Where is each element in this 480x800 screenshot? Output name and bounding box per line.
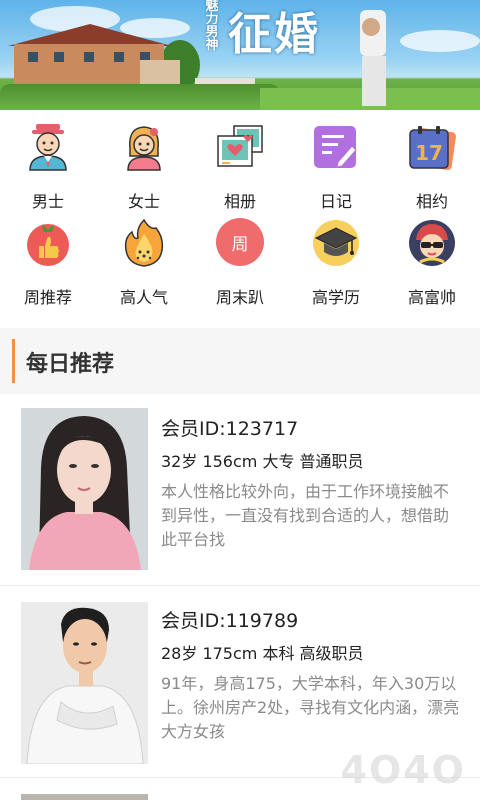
member-info: 会员ID:119789 28岁 175cm 本科 高级职员 91年，身高175，… bbox=[161, 606, 461, 744]
member-stats: 32岁 156cm 大专 普通职员 bbox=[161, 452, 364, 471]
category-diary[interactable]: 日记 bbox=[288, 110, 384, 211]
member-id: 会员ID:119789 bbox=[161, 610, 299, 632]
next-member-photo-edge[interactable] bbox=[21, 794, 148, 800]
category-date[interactable]: 17 相约 bbox=[384, 110, 480, 211]
member-photo[interactable] bbox=[21, 602, 148, 764]
banner-title: 征婚 bbox=[228, 9, 320, 60]
category-grid: 男士 女士 相册 日记 17 相约 周推荐 高人气 周 周末趴 高学历 高富帅 bbox=[0, 110, 480, 328]
house bbox=[140, 60, 180, 86]
woman-icon bbox=[120, 122, 168, 172]
date-calendar-icon: 17 bbox=[408, 122, 456, 172]
svg-text:17: 17 bbox=[415, 141, 443, 165]
category-label: 高人气 bbox=[119, 288, 168, 307]
category-label: 周末趴 bbox=[215, 288, 264, 307]
weekend-party-icon: 周 bbox=[216, 218, 264, 268]
section-title: 每日推荐 bbox=[26, 352, 115, 377]
category-weekly-pick[interactable]: 周推荐 bbox=[0, 206, 96, 307]
thumbs-up-tomato-icon bbox=[24, 218, 72, 268]
member-info: 会员ID:123717 32岁 156cm 大专 普通职员 本人性格比较外向，由… bbox=[161, 414, 461, 552]
category-popular[interactable]: 高人气 bbox=[96, 206, 192, 307]
category-men[interactable]: 男士 bbox=[0, 110, 96, 211]
member-card[interactable]: 会员ID:123717 32岁 156cm 大专 普通职员 本人性格比较外向，由… bbox=[0, 394, 480, 586]
golfer-legs bbox=[362, 56, 386, 106]
graduation-cap-icon bbox=[312, 218, 360, 268]
man-icon bbox=[24, 122, 72, 172]
weekend-glyph: 周 bbox=[216, 218, 264, 266]
member-description: 本人性格比较外向，由于工作环境接触不到异性，一直没有找到合适的人，想借助此平台找 bbox=[161, 482, 450, 549]
category-label: 高富帅 bbox=[407, 288, 456, 307]
member-stats: 28岁 175cm 本科 高级职员 bbox=[161, 644, 364, 663]
category-high-education[interactable]: 高学历 bbox=[288, 206, 384, 307]
house-roof bbox=[8, 24, 172, 46]
category-women[interactable]: 女士 bbox=[96, 110, 192, 211]
banner-subtitle: 魅力男神 bbox=[205, 0, 219, 53]
category-weekend-party[interactable]: 周 周末趴 bbox=[192, 206, 288, 307]
golfer-head bbox=[362, 18, 380, 36]
hedge bbox=[0, 84, 280, 110]
diary-icon bbox=[312, 122, 360, 172]
daily-recommend-header: 每日推荐 bbox=[0, 328, 480, 394]
photo-album-icon bbox=[216, 122, 264, 172]
category-album[interactable]: 相册 bbox=[192, 110, 288, 211]
rich-handsome-icon bbox=[408, 218, 456, 268]
member-description: 91年，身高175，大学本科，年入30万以上。徐州房产2处，寻找有文化内涵，漂亮… bbox=[161, 674, 460, 741]
category-label: 周推荐 bbox=[23, 288, 72, 307]
category-rich-handsome[interactable]: 高富帅 bbox=[384, 206, 480, 307]
banner[interactable]: 魅力男神 征婚 bbox=[0, 0, 480, 110]
watermark-logo: 4O4O bbox=[340, 748, 466, 792]
accent-bar bbox=[12, 339, 15, 383]
member-photo[interactable] bbox=[21, 408, 148, 570]
member-id: 会员ID:123717 bbox=[161, 418, 299, 440]
popular-flame-icon bbox=[120, 218, 168, 268]
category-label: 高学历 bbox=[311, 288, 360, 307]
cloud bbox=[400, 30, 480, 52]
